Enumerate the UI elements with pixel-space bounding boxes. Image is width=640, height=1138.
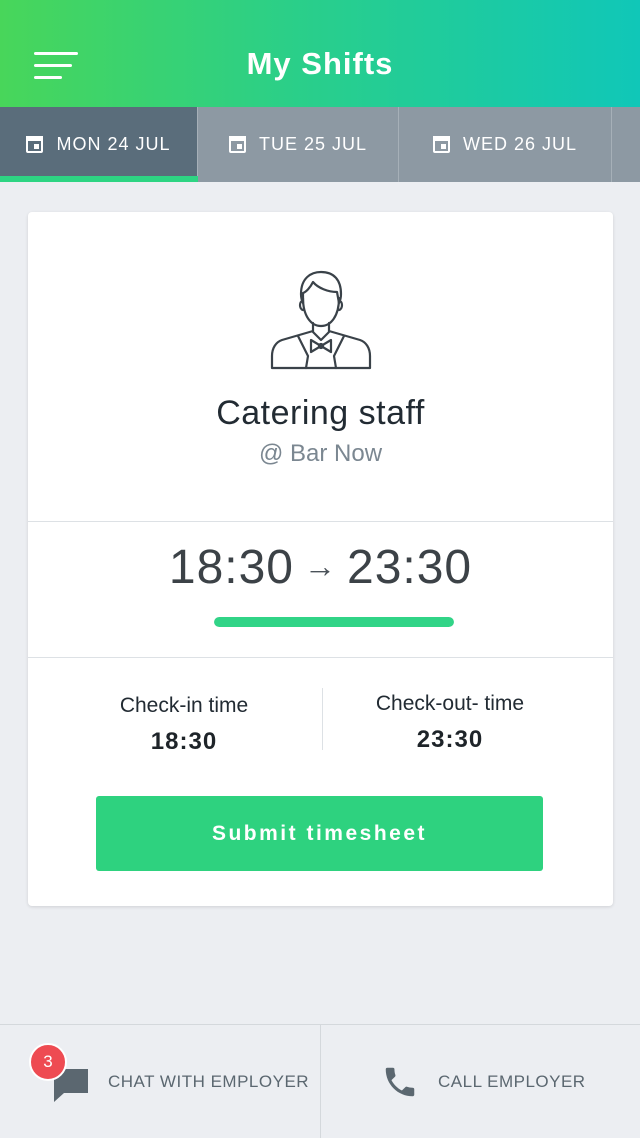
shift-time-range: 18:30 → 23:30 (28, 540, 613, 595)
progress-fill (214, 617, 454, 627)
checkout-block: Check-out- time 23:30 (350, 692, 550, 754)
shift-start-time: 18:30 (168, 541, 294, 594)
calendar-icon (228, 136, 246, 153)
chat-label: CHAT WITH EMPLOYER (108, 1072, 310, 1091)
tab-wed-26-jul[interactable]: WED 26 JUL (399, 107, 612, 182)
calendar-icon (432, 136, 450, 153)
vertical-divider (322, 688, 323, 750)
divider (28, 521, 613, 522)
tab-label: WED 26 JUL (462, 134, 578, 154)
divider (28, 657, 613, 658)
unread-badge: 3 (29, 1043, 67, 1081)
checkout-value: 23:30 (416, 726, 484, 753)
tab-label: MON 24 JUL (56, 134, 171, 154)
submit-timesheet-button[interactable]: Submit timesheet (96, 796, 543, 871)
calendar-icon (26, 136, 44, 153)
waiter-person-icon (270, 270, 372, 370)
checkout-label: Check-out- time (375, 692, 525, 715)
shift-end-time: 23:30 (347, 541, 473, 594)
shift-venue: @ Bar Now (258, 440, 383, 467)
page-title: My Shifts (246, 46, 394, 81)
date-tabs: MON 24 JUL TUE 25 JUL WED 26 JUL (0, 107, 640, 182)
shift-role: Catering staff (216, 394, 425, 432)
header: My Shifts (0, 0, 640, 107)
checkin-block: Check-in time 18:30 (84, 694, 284, 756)
tab-tue-25-jul[interactable]: TUE 25 JUL (198, 107, 399, 182)
call-label: CALL EMPLOYER (438, 1072, 586, 1091)
phone-icon (385, 1067, 415, 1097)
tab-label: TUE 25 JUL (258, 134, 368, 154)
shift-card: Catering staff @ Bar Now 18:30 → 23:30 Che… (28, 212, 613, 906)
arrow-right-icon: → (304, 548, 337, 584)
active-tab-indicator (0, 176, 198, 182)
call-employer-button[interactable]: CALL EMPLOYER (321, 1025, 640, 1138)
chat-with-employer-button[interactable]: 3 CHAT WITH EMPLOYER (0, 1025, 321, 1138)
checkin-label: Check-in time (119, 694, 249, 717)
app: My Shifts MON 24 JUL TUE 25 JUL WED 26 J… (0, 0, 640, 1138)
checkin-value: 18:30 (150, 728, 218, 755)
tab-mon-24-jul[interactable]: MON 24 JUL (0, 107, 198, 182)
shift-progress-bar (214, 617, 454, 627)
bottom-bar: 3 CHAT WITH EMPLOYER CALL EMPLOYER (0, 1024, 640, 1138)
